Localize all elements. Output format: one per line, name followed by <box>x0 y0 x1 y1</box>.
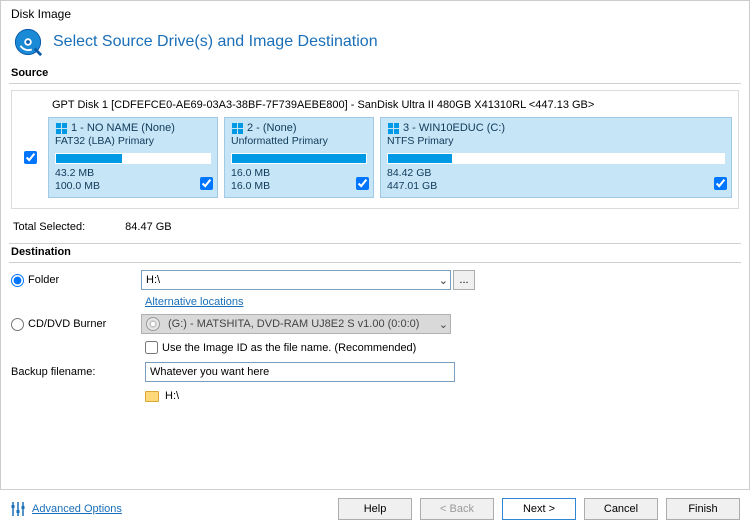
finish-button[interactable]: Finish <box>666 498 740 520</box>
use-image-id-checkbox[interactable] <box>145 341 158 354</box>
select-all-disk-checkbox[interactable] <box>24 151 37 164</box>
backup-filename-label: Backup filename: <box>11 366 145 378</box>
sliders-icon <box>10 501 26 517</box>
destination-section-label: Destination <box>1 244 749 262</box>
partition-total: 16.0 MB <box>231 180 367 193</box>
partition-title: 3 - WIN10EDUC (C:) <box>403 122 505 134</box>
folder-radio-label: Folder <box>28 274 59 286</box>
source-panel: GPT Disk 1 [CDFEFCE0-AE69-03A3-38BF-7F73… <box>11 90 739 209</box>
folder-path-combo[interactable]: H:\ ⌄ <box>141 270 451 290</box>
partition-checkbox-2[interactable] <box>356 177 369 190</box>
browse-button[interactable]: ... <box>453 270 475 290</box>
partition-used: 43.2 MB <box>55 167 211 180</box>
folder-radio[interactable]: Folder <box>11 274 141 287</box>
partition-total: 447.01 GB <box>387 180 725 193</box>
footer-bar: Advanced Options Help < Back Next > Canc… <box>0 489 750 528</box>
window-title: Disk Image <box>1 1 749 23</box>
help-button[interactable]: Help <box>338 498 412 520</box>
disk-description: GPT Disk 1 [CDFEFCE0-AE69-03A3-38BF-7F73… <box>18 97 732 117</box>
usage-bar <box>231 153 367 164</box>
partition-card-1[interactable]: 1 - NO NAME (None) FAT32 (LBA) Primary 4… <box>48 117 218 198</box>
folder-icon <box>145 391 159 402</box>
usage-bar <box>55 153 211 164</box>
back-button[interactable]: < Back <box>420 498 494 520</box>
destination-panel: Folder H:\ ⌄ ... Alternative locations C… <box>1 263 749 408</box>
source-section-label: Source <box>1 65 749 83</box>
chevron-down-icon: ⌄ <box>439 318 448 331</box>
partition-total: 100.0 MB <box>55 180 211 193</box>
burner-value: (G:) - MATSHITA, DVD-RAM UJ8E2 S v1.00 (… <box>168 318 419 330</box>
partition-title: 2 - (None) <box>247 122 297 134</box>
use-image-id-label: Use the Image ID as the file name. (Reco… <box>162 342 416 354</box>
partition-subtype: FAT32 (LBA) Primary <box>55 135 211 147</box>
divider <box>9 83 741 84</box>
partition-card-2[interactable]: 2 - (None) Unformatted Primary 16.0 MB 1… <box>224 117 374 198</box>
usage-bar <box>387 153 725 164</box>
burner-radio[interactable]: CD/DVD Burner <box>11 318 141 331</box>
partition-subtype: Unformatted Primary <box>231 135 367 147</box>
partition-subtype: NTFS Primary <box>387 135 725 147</box>
partition-title: 1 - NO NAME (None) <box>71 122 175 134</box>
partition-used: 16.0 MB <box>231 167 367 180</box>
burner-combo[interactable]: (G:) - MATSHITA, DVD-RAM UJ8E2 S v1.00 (… <box>141 314 451 334</box>
destination-path-display: H:\ <box>165 390 179 402</box>
windows-icon <box>231 122 243 134</box>
backup-filename-input[interactable] <box>145 362 455 382</box>
windows-icon <box>55 122 67 134</box>
page-header: Select Source Drive(s) and Image Destina… <box>1 23 749 65</box>
partition-used: 84.42 GB <box>387 167 725 180</box>
advanced-options-link[interactable]: Advanced Options <box>32 503 122 515</box>
page-title: Select Source Drive(s) and Image Destina… <box>53 33 378 51</box>
burner-radio-input[interactable] <box>11 318 24 331</box>
chevron-down-icon: ⌄ <box>439 274 448 287</box>
next-button[interactable]: Next > <box>502 498 576 520</box>
disc-icon <box>146 317 160 331</box>
total-selected-value: 84.47 GB <box>125 221 171 233</box>
cancel-button[interactable]: Cancel <box>584 498 658 520</box>
folder-path-value: H:\ <box>146 274 160 286</box>
disk-image-icon <box>13 27 43 57</box>
windows-icon <box>387 122 399 134</box>
partition-card-3[interactable]: 3 - WIN10EDUC (C:) NTFS Primary 84.42 GB… <box>380 117 732 198</box>
partition-checkbox-1[interactable] <box>200 177 213 190</box>
total-selected-label: Total Selected: <box>13 221 85 233</box>
partition-checkbox-3[interactable] <box>714 177 727 190</box>
alternative-locations-link[interactable]: Alternative locations <box>145 296 243 308</box>
folder-radio-input[interactable] <box>11 274 24 287</box>
burner-radio-label: CD/DVD Burner <box>28 318 106 330</box>
